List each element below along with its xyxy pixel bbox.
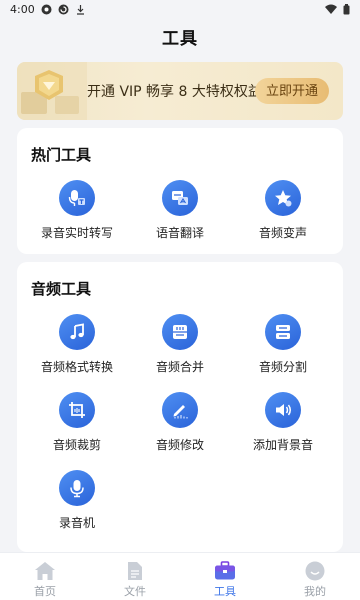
edit-icon xyxy=(162,392,198,428)
vip-promo-text: 开通 VIP 畅享 8 大特权权益 xyxy=(87,84,262,100)
hot-tools-card: 热门工具 录音实时转写 语音翻译 音频变声 xyxy=(17,128,343,254)
tool-label: 音频裁剪 xyxy=(52,438,101,452)
tool-audio-edit[interactable]: 音频修改 xyxy=(126,392,234,453)
microphone-icon xyxy=(59,470,95,506)
tool-label: 音频分割 xyxy=(258,360,307,374)
notification-circle-icon xyxy=(41,4,52,15)
status-time: 4:00 xyxy=(10,2,35,16)
tool-label: 添加背景音 xyxy=(252,438,313,452)
tool-audio-merge[interactable]: 音频合并 xyxy=(126,314,234,375)
translate-icon xyxy=(162,180,198,216)
tool-recorder[interactable]: 录音机 xyxy=(23,470,131,531)
merge-icon xyxy=(162,314,198,350)
tool-voice-translate[interactable]: 语音翻译 xyxy=(126,180,234,241)
vip-subscribe-button[interactable]: 立即开通 xyxy=(255,78,329,104)
nav-label: 文件 xyxy=(124,585,146,598)
status-bar: 4:00 xyxy=(0,0,360,18)
tool-add-background[interactable]: 添加背景音 xyxy=(229,392,337,453)
nav-label: 工具 xyxy=(214,585,236,598)
tool-realtime-transcribe[interactable]: 录音实时转写 xyxy=(23,180,131,241)
tool-label: 录音实时转写 xyxy=(40,226,113,240)
tool-label: 音频修改 xyxy=(155,438,204,452)
tool-label: 语音翻译 xyxy=(155,226,204,240)
toolbox-icon xyxy=(215,561,235,580)
music-note-icon xyxy=(59,314,95,350)
volume-icon xyxy=(265,392,301,428)
mic-text-icon xyxy=(59,180,95,216)
tool-label: 音频合并 xyxy=(155,360,204,374)
audio-tools-title: 音频工具 xyxy=(31,280,92,298)
nav-item-profile[interactable]: 我的 xyxy=(275,553,355,599)
nav-label: 我的 xyxy=(304,585,326,598)
hot-tools-title: 热门工具 xyxy=(31,146,92,164)
bottom-nav: 首页 文件 工具 我的 xyxy=(0,552,360,600)
tool-label: 音频格式转换 xyxy=(40,360,113,374)
nav-label: 首页 xyxy=(34,585,56,598)
tool-label: 录音机 xyxy=(58,516,95,530)
sync-icon xyxy=(58,4,69,15)
vip-diamond-icon xyxy=(17,62,87,120)
tool-voice-change[interactable]: 音频变声 xyxy=(229,180,337,241)
battery-icon xyxy=(343,3,350,15)
vip-banner[interactable]: 开通 VIP 畅享 8 大特权权益 立即开通 xyxy=(17,62,343,120)
nav-item-home[interactable]: 首页 xyxy=(5,553,85,599)
nav-item-files[interactable]: 文件 xyxy=(95,553,175,599)
nav-item-tools[interactable]: 工具 xyxy=(185,553,265,599)
star-voice-icon xyxy=(265,180,301,216)
tool-audio-split[interactable]: 音频分割 xyxy=(229,314,337,375)
audio-tools-card: 音频工具 音频格式转换 音频合并 音频分割 音频裁剪 音频修改 添加背景音 录音… xyxy=(17,262,343,552)
tool-audio-crop[interactable]: 音频裁剪 xyxy=(23,392,131,453)
wifi-icon xyxy=(325,4,337,14)
tool-label: 音频变声 xyxy=(258,226,307,240)
profile-icon xyxy=(305,561,325,581)
page-title: 工具 xyxy=(162,29,198,49)
file-icon xyxy=(128,562,142,580)
tool-format-convert[interactable]: 音频格式转换 xyxy=(23,314,131,375)
crop-icon xyxy=(59,392,95,428)
split-icon xyxy=(265,314,301,350)
download-icon xyxy=(75,4,86,15)
home-icon xyxy=(35,562,55,580)
